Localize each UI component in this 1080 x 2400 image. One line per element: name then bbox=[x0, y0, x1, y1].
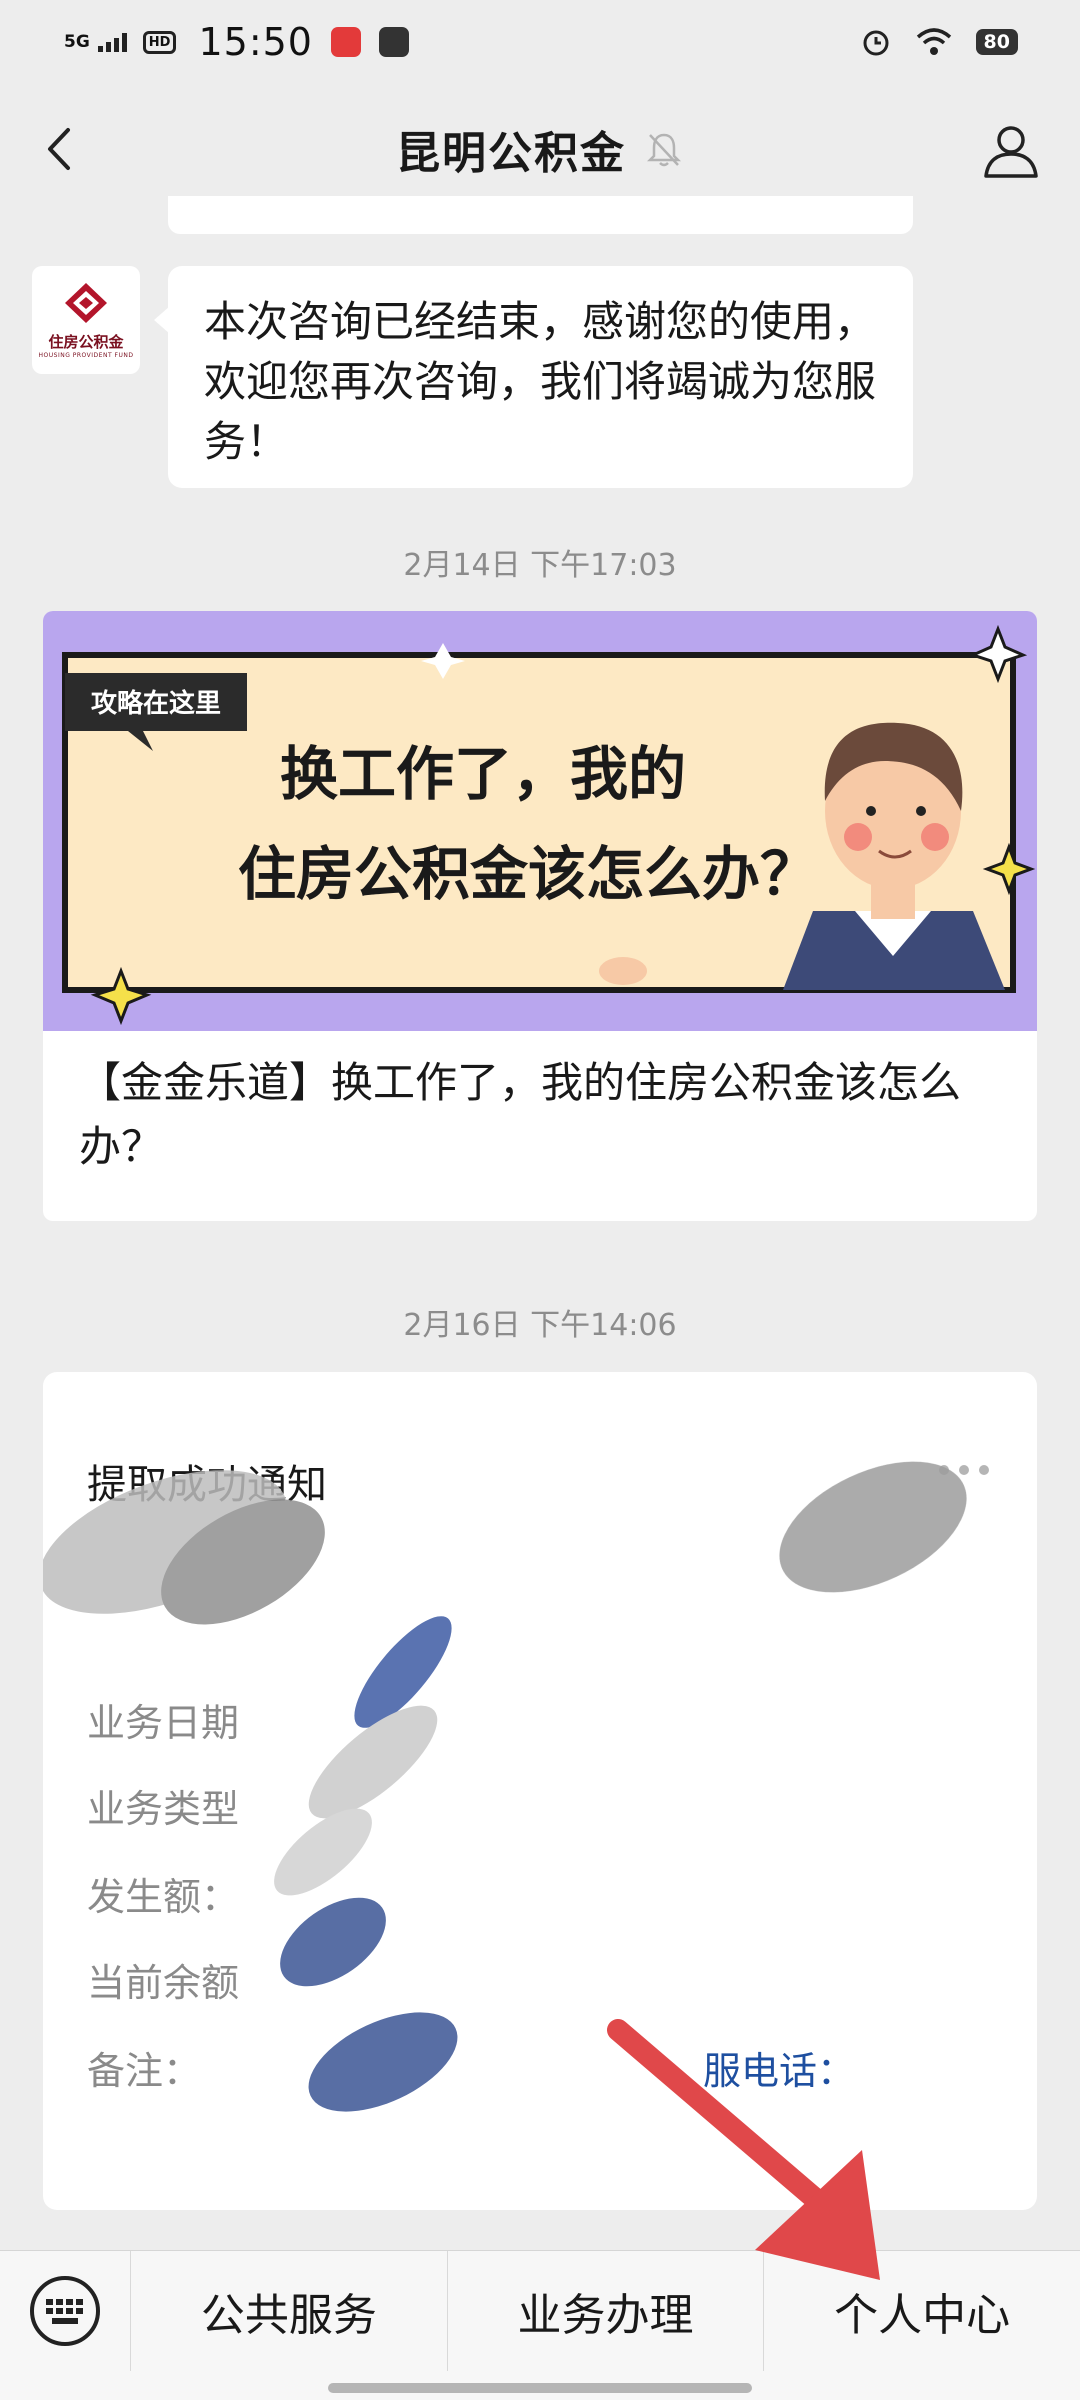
article-banner-image: 攻略在这里 换工作了，我的 住房公积金该怎么办？ bbox=[43, 611, 1037, 1031]
banner-tag: 攻略在这里 bbox=[91, 688, 221, 719]
mute-bell-icon bbox=[646, 133, 682, 167]
back-icon[interactable] bbox=[36, 124, 86, 174]
menu-personal-center[interactable]: 个人中心 bbox=[763, 2251, 1080, 2371]
notice-row-business-date: 业务日期 bbox=[87, 1701, 240, 1745]
notification-app-icon bbox=[330, 27, 361, 57]
hd-badge: HD bbox=[142, 30, 177, 54]
notice-row-amount: 发生额： bbox=[87, 1875, 240, 1919]
bot-message-text: 本次咨询已经结束，感谢您的使用，欢迎您再次咨询，我们将竭诚为您服务！ bbox=[204, 297, 877, 466]
keyboard-toggle-button[interactable] bbox=[0, 2251, 130, 2400]
banner-line-2: 住房公积金该怎么办？ bbox=[238, 840, 818, 908]
banner-line-1: 换工作了，我的 bbox=[280, 740, 686, 808]
status-bar: 5G HD 15:50 80 bbox=[0, 0, 1080, 84]
profile-icon[interactable] bbox=[982, 122, 1040, 180]
bottom-menu-bar: 公共服务 业务办理 个人中心 bbox=[0, 2250, 1080, 2400]
message-timestamp-2: 2月16日 下午14:06 bbox=[403, 1308, 677, 1343]
signal-icon bbox=[97, 32, 127, 52]
menu-business-handling-label: 业务办理 bbox=[517, 2290, 694, 2341]
notice-hotline: 服电话： bbox=[703, 2049, 856, 2093]
page-title: 昆明公积金 bbox=[396, 128, 626, 179]
keyboard-icon bbox=[30, 2276, 100, 2346]
avatar[interactable]: 住房公积金 HOUSING PROVIDENT FUND bbox=[32, 266, 140, 374]
article-card[interactable]: 攻略在这里 换工作了，我的 住房公积金该怎么办？ 【金金乐道】换工作了，我的住房… bbox=[43, 611, 1037, 1221]
notice-row-business-type: 业务类型 bbox=[87, 1787, 240, 1831]
battery-icon: 80 bbox=[975, 29, 1018, 55]
chat-header: 昆明公积金 bbox=[0, 84, 1080, 214]
status-time: 15:50 bbox=[198, 20, 313, 64]
notification-app-icon-2 bbox=[378, 27, 409, 57]
avatar-sub-label: HOUSING PROVIDENT FUND bbox=[38, 352, 134, 359]
article-title: 【金金乐道】换工作了，我的住房公积金该怎么办？ bbox=[79, 1058, 962, 1171]
menu-personal-center-label: 个人中心 bbox=[834, 2290, 1011, 2341]
avatar-label: 住房公积金 bbox=[48, 333, 124, 351]
provident-fund-logo-icon bbox=[65, 283, 107, 323]
more-options-icon[interactable] bbox=[937, 1460, 991, 1480]
notice-row-balance: 当前余额 bbox=[87, 1961, 240, 2005]
network-label: 5G bbox=[64, 31, 90, 52]
bot-message-bubble[interactable]: 本次咨询已经结束，感谢您的使用，欢迎您再次咨询，我们将竭诚为您服务！ bbox=[154, 266, 913, 488]
menu-public-services-label: 公共服务 bbox=[200, 2290, 377, 2341]
wifi-icon bbox=[916, 28, 951, 55]
message-timestamp: 2月14日 下午17:03 bbox=[403, 548, 677, 583]
previous-message-bubble bbox=[168, 196, 913, 234]
notice-row-remark: 备注： bbox=[87, 2049, 202, 2093]
notice-title: 提取成功通知 bbox=[87, 1462, 327, 1508]
menu-business-handling[interactable]: 业务办理 bbox=[446, 2251, 764, 2371]
withdrawal-notice-card[interactable]: 提取成功通知 业务日期 业务类型 发生额： 当前余额 备注： 服电话： bbox=[43, 1372, 1037, 2210]
alarm-icon bbox=[863, 30, 889, 56]
home-indicator[interactable] bbox=[328, 2383, 752, 2393]
menu-public-services[interactable]: 公共服务 bbox=[130, 2251, 447, 2371]
